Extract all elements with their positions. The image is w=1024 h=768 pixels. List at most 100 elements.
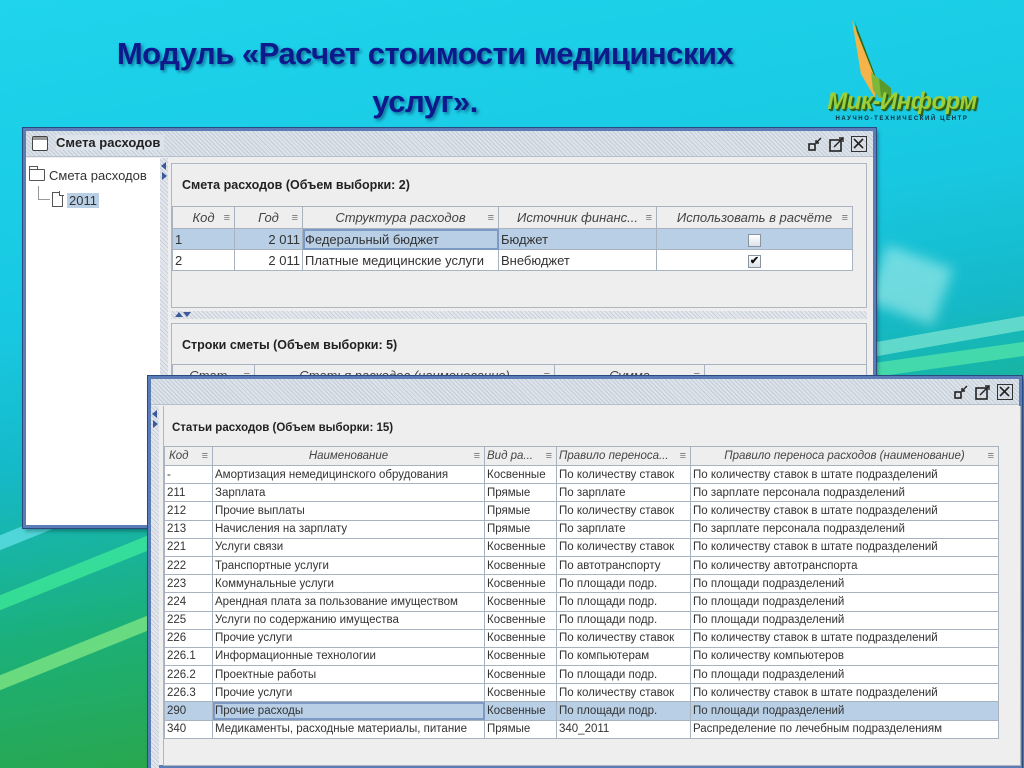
- cell-transfer-rule-name[interactable]: По площади подразделений: [690, 610, 999, 630]
- cell-type[interactable]: Косвенные: [484, 610, 557, 630]
- cell-code[interactable]: 223: [164, 574, 213, 594]
- table-row[interactable]: 222 Транспортные услуги Косвенные По автотр…: [164, 555, 999, 576]
- close-icon[interactable]: [851, 136, 867, 152]
- table-row[interactable]: 226.3 Прочие услуги Косвенные По количеству…: [164, 683, 999, 703]
- horizontal-splitter[interactable]: [171, 311, 867, 319]
- cell-structure[interactable]: Федеральный бюджет: [302, 228, 499, 250]
- expand-down-icon[interactable]: [183, 312, 191, 317]
- cell-name[interactable]: Услуги связи: [212, 537, 485, 557]
- cell-code[interactable]: 213: [164, 519, 213, 539]
- maximize-icon[interactable]: [975, 384, 991, 400]
- cell-code[interactable]: 225: [164, 610, 213, 630]
- table-row[interactable]: 2 2 011 Платные медицинские услуги Внебю…: [172, 249, 853, 271]
- cell-transfer-rule-name[interactable]: По количеству ставок в штате подразделен…: [690, 537, 999, 557]
- cell-name[interactable]: Прочие услуги: [212, 628, 485, 648]
- cell-name[interactable]: Коммунальные услуги: [212, 574, 485, 594]
- column-menu-icon[interactable]: ≡: [842, 212, 848, 224]
- cell-name[interactable]: Начисления на зарплату: [212, 519, 485, 539]
- column-menu-icon[interactable]: ≡: [292, 212, 298, 224]
- cell-code[interactable]: 340: [164, 719, 213, 739]
- cell-type[interactable]: Косвенные: [484, 537, 557, 557]
- maximize-icon[interactable]: [829, 136, 845, 152]
- cell-source[interactable]: Внебюджет: [498, 249, 657, 271]
- column-menu-icon[interactable]: ≡: [546, 450, 552, 462]
- expand-right-icon[interactable]: [153, 420, 158, 428]
- table-row[interactable]: 224 Арендная плата за пользование имущест…: [164, 592, 999, 612]
- cell-type[interactable]: Косвенные: [484, 628, 557, 648]
- cell-name[interactable]: Зарплата: [212, 483, 485, 503]
- cell-name[interactable]: Прочие выплаты: [212, 501, 485, 521]
- table-row[interactable]: 340 Медикаменты, расходные материалы, пит…: [164, 719, 999, 739]
- cell-name[interactable]: Информационные технологии: [212, 646, 485, 667]
- cell-transfer-rule[interactable]: По площади подр.: [556, 610, 691, 630]
- column-menu-icon[interactable]: ≡: [988, 450, 994, 462]
- cell-transfer-rule[interactable]: По количеству ставок: [556, 501, 691, 521]
- cell-year[interactable]: 2 011: [234, 228, 303, 250]
- column-menu-icon[interactable]: ≡: [488, 212, 494, 224]
- cell-transfer-rule-name[interactable]: По количеству автотранспорта: [690, 555, 999, 576]
- cell-code[interactable]: 211: [164, 483, 213, 503]
- minimize-icon[interactable]: [807, 136, 823, 152]
- cell-type[interactable]: Косвенные: [484, 592, 557, 612]
- cell-code[interactable]: 221: [164, 537, 213, 557]
- cell-structure[interactable]: Платные медицинские услуги: [302, 249, 499, 271]
- column-header-name[interactable]: Наименование ≡: [212, 446, 485, 466]
- table-row[interactable]: 223 Коммунальные услуги Косвенные По площад…: [164, 574, 999, 594]
- cell-code[interactable]: 224: [164, 592, 213, 612]
- cell-transfer-rule[interactable]: По компьютерам: [556, 646, 691, 667]
- cell-transfer-rule-name[interactable]: По зарплате персонала подразделений: [690, 483, 999, 503]
- cell-use[interactable]: [656, 228, 853, 250]
- cell-transfer-rule-name[interactable]: По количеству ставок в штате подразделен…: [690, 464, 999, 485]
- cell-transfer-rule[interactable]: По количеству ставок: [556, 464, 691, 485]
- cell-type[interactable]: Косвенные: [484, 555, 557, 576]
- vertical-splitter[interactable]: [151, 406, 159, 768]
- use-in-calc-checkbox[interactable]: [748, 233, 761, 247]
- cell-type[interactable]: Косвенные: [484, 665, 557, 685]
- cell-type[interactable]: Косвенные: [484, 646, 557, 667]
- table-row[interactable]: 212 Прочие выплаты Прямые По количеству ста…: [164, 501, 999, 521]
- cell-name[interactable]: Услуги по содержанию имущества: [212, 610, 485, 630]
- cell-transfer-rule[interactable]: По зарплате: [556, 483, 691, 503]
- table-row[interactable]: 221 Услуги связи Косвенные По количеству ст…: [164, 537, 999, 557]
- cell-type[interactable]: Прямые: [484, 483, 557, 503]
- collapse-left-icon[interactable]: [161, 162, 166, 170]
- cell-name[interactable]: Проектные работы: [212, 665, 485, 685]
- column-menu-icon[interactable]: ≡: [646, 212, 652, 224]
- cell-type[interactable]: Косвенные: [484, 464, 557, 485]
- cell-code[interactable]: 2: [172, 249, 235, 271]
- budget-window-titlebar[interactable]: Смета расходов: [26, 131, 873, 157]
- cell-code[interactable]: 226.3: [164, 683, 213, 703]
- column-header-type[interactable]: Вид ра... ≡: [484, 446, 557, 466]
- cell-transfer-rule-name[interactable]: По зарплате персонала подразделений: [690, 519, 999, 539]
- table-row[interactable]: 1 2 011 Федеральный бюджет Бюджет: [172, 228, 853, 250]
- cell-transfer-rule-name[interactable]: Распределение по лечебным подразделениям: [690, 719, 999, 739]
- use-in-calc-checkbox-checked[interactable]: ✔: [748, 254, 761, 268]
- table-row[interactable]: 213 Начисления на зарплату Прямые По зарпла…: [164, 519, 999, 539]
- table-row[interactable]: - Амортизация немедицинского обрудования К…: [164, 464, 999, 485]
- cell-year[interactable]: 2 011: [234, 249, 303, 271]
- column-header-source[interactable]: Источник финанс... ≡: [498, 206, 657, 229]
- cell-source[interactable]: Бюджет: [498, 228, 657, 250]
- expense-items-window-titlebar[interactable]: [151, 379, 1019, 405]
- cell-transfer-rule[interactable]: По площади подр.: [556, 665, 691, 685]
- cell-code[interactable]: -: [164, 464, 213, 485]
- table-row[interactable]: 226 Прочие услуги Косвенные По количеству с…: [164, 628, 999, 648]
- tree-item-2011[interactable]: 2011: [52, 191, 99, 208]
- cell-transfer-rule-name[interactable]: По площади подразделений: [690, 592, 999, 612]
- cell-transfer-rule[interactable]: По количеству ставок: [556, 537, 691, 557]
- cell-type[interactable]: Прямые: [484, 719, 557, 739]
- cell-transfer-rule[interactable]: По площади подр.: [556, 592, 691, 612]
- cell-code[interactable]: 290: [164, 701, 213, 721]
- column-menu-icon[interactable]: ≡: [474, 450, 480, 462]
- cell-type[interactable]: Косвенные: [484, 701, 557, 721]
- table-row[interactable]: 226.2 Проектные работы Косвенные По площади…: [164, 665, 999, 685]
- cell-transfer-rule-name[interactable]: По количеству ставок в штате подразделен…: [690, 683, 999, 703]
- cell-transfer-rule[interactable]: По автотранспорту: [556, 555, 691, 576]
- column-menu-icon[interactable]: ≡: [202, 450, 208, 462]
- cell-transfer-rule[interactable]: По площади подр.: [556, 701, 691, 721]
- column-header-transfer-rule-name[interactable]: Правило переноса расходов (наименование)…: [690, 446, 999, 466]
- cell-code[interactable]: 1: [172, 228, 235, 250]
- collapse-up-icon[interactable]: [175, 312, 183, 317]
- cell-name[interactable]: Прочие услуги: [212, 683, 485, 703]
- cell-transfer-rule[interactable]: 340_2011: [556, 719, 691, 739]
